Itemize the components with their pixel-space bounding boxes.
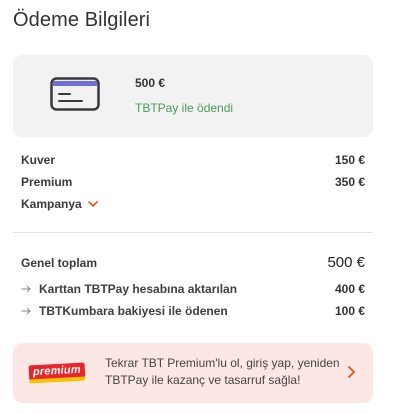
promo-text: Tekrar TBT Premium'lu ol, giriş yap, yen… xyxy=(105,356,340,387)
sub-total-value: 400 € xyxy=(334,282,365,296)
payment-card: 500 € TBTPay ile ödendi xyxy=(13,55,373,137)
breakdown-label: Premium xyxy=(21,175,73,189)
campaign-label: Kampanya xyxy=(21,197,82,211)
premium-promo-banner[interactable]: premium Tekrar TBT Premium'lu ol, giriş … xyxy=(13,343,373,403)
breakdown-row-premium: Premium 350 € xyxy=(21,175,365,189)
payment-status: TBTPay ile ödendi xyxy=(135,101,234,115)
arrow-right-icon xyxy=(21,285,31,293)
credit-card-icon xyxy=(50,77,100,111)
grand-total-label: Genel toplam xyxy=(21,255,98,270)
sub-total-label: Karttan TBTPay hesabına aktarılan xyxy=(39,282,238,296)
breakdown-value: 150 € xyxy=(334,153,365,167)
payment-amount: 500 € xyxy=(135,76,166,90)
chevron-right-icon[interactable] xyxy=(347,365,356,379)
sub-total-label: TBTKumbara bakiyesi ile ödenen xyxy=(39,304,228,318)
campaign-toggle[interactable]: Kampanya xyxy=(21,197,98,211)
sub-total-row: Karttan TBTPay hesabına aktarılan 400 € xyxy=(21,282,365,296)
breakdown-row-kuver: Kuver 150 € xyxy=(21,153,365,167)
chevron-down-icon xyxy=(87,200,98,207)
arrow-right-icon xyxy=(21,307,31,315)
page-title: Ödeme Bilgileri xyxy=(13,9,151,31)
breakdown-label: Kuver xyxy=(21,153,56,167)
section-divider xyxy=(13,232,373,233)
grand-total-value: 500 € xyxy=(327,254,365,271)
premium-badge: premium xyxy=(28,362,86,384)
sub-total-row: TBTKumbara bakiyesi ile ödenen 100 € xyxy=(21,304,365,318)
grand-total-row: Genel toplam 500 € xyxy=(21,254,365,271)
breakdown-value: 350 € xyxy=(334,175,365,189)
sub-total-value: 100 € xyxy=(334,304,365,318)
